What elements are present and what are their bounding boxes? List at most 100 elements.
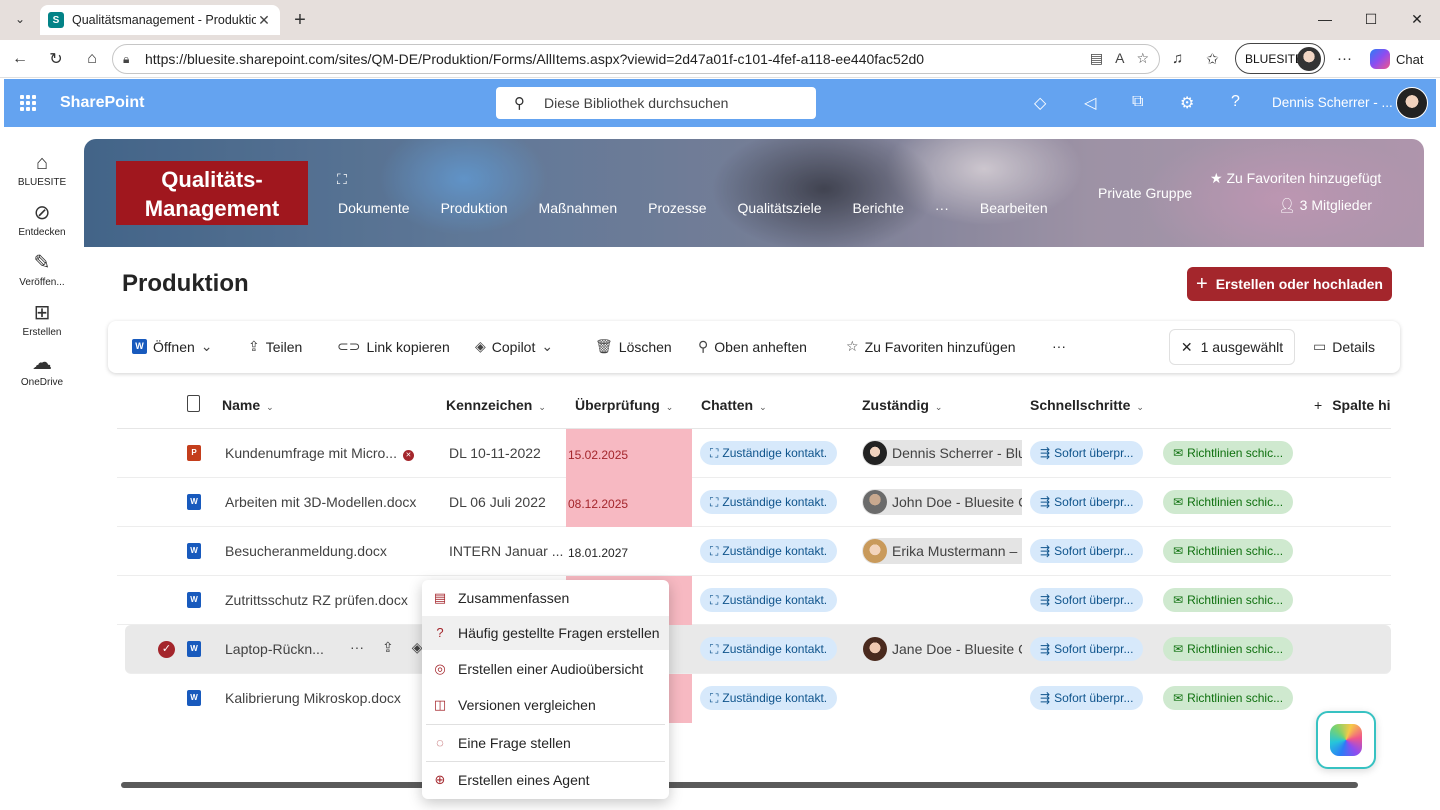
window-close-icon[interactable]: ✕ [1402, 8, 1432, 30]
connections-icon[interactable]: ⧉ [1132, 93, 1143, 111]
favorite-star-icon[interactable]: ☆ [1136, 50, 1149, 67]
row-checkmark-icon[interactable]: ✓ [158, 641, 175, 658]
browser-tab-active[interactable]: S Qualitätsmanagement - Produktion ✕ [40, 5, 280, 35]
share-icon[interactable]: ⇪ [382, 639, 394, 656]
contact-owner-button[interactable]: ⛶ Zuständige kontakt. [700, 539, 838, 563]
home-icon[interactable]: ⌂ [80, 48, 104, 70]
reader-view-icon[interactable]: ▤ [1090, 50, 1103, 67]
table-row[interactable]: P Kundenumfrage mit Micro... ✕ DL 10-11-2… [117, 429, 1391, 478]
signed-in-user-name[interactable]: Dennis Scherrer - ... [1272, 95, 1393, 110]
quickstep-review-button[interactable]: ⇶ Sofort überpr... [1030, 588, 1144, 612]
table-row[interactable]: W Kalibrierung Mikroskop.docx ⛶ Zuständig… [117, 674, 1391, 723]
copilot-outline-icon[interactable]: ◇ [1034, 93, 1046, 113]
quickstep-policy-button[interactable]: ✉ Richtlinien schic... [1163, 588, 1294, 612]
reload-icon[interactable]: ↻ [44, 48, 68, 70]
maximize-icon[interactable]: ☐ [1356, 8, 1386, 30]
table-row-selected[interactable]: ✓ W Laptop-Rückn... ··· ⇪ ◈ ⛶ Zuständige … [125, 625, 1391, 674]
copilot-button[interactable]: ◈ Copilot ⌄ [475, 338, 553, 355]
appbar-home[interactable]: ⌂ BLUESITE [4, 151, 80, 188]
quickstep-review-button[interactable]: ⇶ Sofort überpr... [1030, 490, 1144, 514]
appbar-onedrive[interactable]: ☁ OneDrive [4, 351, 80, 388]
more-menu-icon[interactable]: ··· [1337, 50, 1352, 67]
file-name[interactable]: Zutrittsschutz RZ prüfen.docx [225, 592, 408, 608]
appbar-discover[interactable]: ⊘ Entdecken [4, 201, 80, 238]
nav-dokumente[interactable]: Dokumente [338, 200, 410, 216]
user-avatar[interactable] [1396, 87, 1428, 119]
file-name[interactable]: Laptop-Rückn... [225, 641, 324, 657]
browser-profile-button[interactable]: BLUESITE [1235, 43, 1325, 74]
menu-item-compare-versions[interactable]: ◫ Versionen vergleichen [422, 688, 669, 722]
menu-item-ask-question[interactable]: ◌ Eine Frage stellen [422, 726, 669, 760]
help-icon[interactable]: ? [1231, 93, 1240, 111]
contact-owner-button[interactable]: ⛶ Zuständige kontakt. [700, 441, 838, 465]
app-launcher-icon[interactable] [20, 95, 36, 111]
nav-prozesse[interactable]: Prozesse [648, 200, 706, 216]
nav-produktion[interactable]: Produktion [441, 200, 508, 216]
minimize-icon[interactable]: — [1310, 8, 1340, 30]
share-button[interactable]: ⇪ Teilen [248, 338, 302, 355]
table-row[interactable]: W Besucheranmeldung.docx INTERN Januar .… [117, 527, 1391, 576]
copy-link-button[interactable]: ⊂⊃ Link kopieren [337, 338, 450, 355]
add-favorite-button[interactable]: ☆ Zu Favoriten hinzufügen [846, 338, 1016, 355]
owner-persona[interactable]: John Doe - Bluesite C [862, 489, 1022, 515]
create-upload-button[interactable]: + Erstellen oder hochladen [1187, 267, 1392, 301]
file-name[interactable]: Kalibrierung Mikroskop.docx [225, 690, 401, 706]
quickstep-policy-button[interactable]: ✉ Richtlinien schic... [1163, 441, 1294, 465]
column-header-chatten[interactable]: Chatten ⌄ [701, 397, 767, 413]
menu-item-audio-overview[interactable]: ◎ Erstellen einer Audioübersicht [422, 652, 669, 686]
favorited-button[interactable]: ★ Zu Favoriten hinzugefügt [1210, 170, 1381, 187]
quickstep-review-button[interactable]: ⇶ Sofort überpr... [1030, 441, 1144, 465]
owner-persona[interactable]: Jane Doe - Bluesite C [862, 636, 1022, 662]
contact-owner-button[interactable]: ⛶ Zuständige kontakt. [700, 637, 838, 661]
copilot-floating-button[interactable] [1316, 711, 1376, 769]
file-name[interactable]: Besucheranmeldung.docx [225, 543, 387, 559]
column-header-zustaendig[interactable]: Zuständig ⌄ [862, 397, 942, 413]
quickstep-review-button[interactable]: ⇶ Sofort überpr... [1030, 637, 1144, 661]
appbar-create[interactable]: ⊞ Erstellen [4, 301, 80, 338]
new-tab-icon[interactable]: + [288, 8, 312, 32]
menu-item-faq[interactable]: ? Häufig gestellte Fragen erstellen [422, 616, 669, 650]
nav-more[interactable]: ··· [935, 200, 949, 216]
table-row[interactable]: W Arbeiten mit 3D-Modellen.docx DL 06 Ju… [117, 478, 1391, 527]
tab-list-chevron-icon[interactable]: ⌄ [8, 7, 32, 31]
appbar-publish[interactable]: ✎ Veröffen... [4, 251, 80, 288]
back-arrow-icon[interactable]: ← [8, 48, 32, 70]
settings-gear-icon[interactable]: ⚙ [1180, 93, 1194, 113]
file-type-icon[interactable] [187, 395, 200, 412]
quickstep-policy-button[interactable]: ✉ Richtlinien schic... [1163, 539, 1294, 563]
read-aloud-icon[interactable]: A [1115, 50, 1124, 67]
media-icon[interactable]: ♫ [1172, 50, 1183, 67]
file-name[interactable]: Kundenumfrage mit Micro... ✕ [225, 445, 414, 461]
copilot-chat-button[interactable]: Chat [1370, 49, 1423, 69]
sharepoint-brand[interactable]: SharePoint [60, 94, 144, 112]
file-name[interactable]: Arbeiten mit 3D-Modellen.docx [225, 494, 416, 510]
url-field[interactable]: 🔒︎ https://bluesite.sharepoint.com/sites… [112, 44, 1160, 74]
quickstep-review-button[interactable]: ⇶ Sofort überpr... [1030, 539, 1144, 563]
owner-persona[interactable]: Dennis Scherrer - Blu [862, 440, 1022, 466]
nav-berichte[interactable]: Berichte [853, 200, 904, 216]
details-button[interactable]: ▭ Details [1313, 338, 1375, 355]
pin-top-button[interactable]: ⚲ Oben anheften [698, 338, 807, 355]
contact-owner-button[interactable]: ⛶ Zuständige kontakt. [700, 686, 838, 710]
contact-owner-button[interactable]: ⛶ Zuständige kontakt. [700, 490, 838, 514]
open-button[interactable]: W Öffnen ⌄ [132, 338, 213, 355]
quickstep-review-button[interactable]: ⇶ Sofort überpr... [1030, 686, 1144, 710]
column-header-ueberpruefung[interactable]: Überprüfung ⌄ [575, 397, 673, 413]
contact-owner-button[interactable]: ⛶ Zuständige kontakt. [700, 588, 838, 612]
column-header-kennzeichen[interactable]: Kennzeichen ⌄ [446, 397, 546, 413]
add-column-button[interactable]: + Spalte hi [1314, 397, 1391, 413]
members-button[interactable]: 👤︎ 3 Mitglieder [1278, 197, 1372, 214]
column-header-schnellschritte[interactable]: Schnellschritte ⌄ [1030, 397, 1144, 413]
owner-persona[interactable]: Erika Mustermann – B [862, 538, 1022, 564]
nav-bearbeiten[interactable]: Bearbeiten [980, 200, 1048, 216]
delete-button[interactable]: 🗑︎ Löschen [595, 338, 672, 355]
teams-icon[interactable]: ⛶ [337, 171, 347, 188]
more-actions-icon[interactable]: ··· [350, 639, 364, 656]
copilot-outline-icon[interactable]: ◈ [412, 639, 423, 656]
quickstep-policy-button[interactable]: ✉ Richtlinien schic... [1163, 490, 1294, 514]
table-row[interactable]: W Zutrittsschutz RZ prüfen.docx ⛶ Zuständ… [117, 576, 1391, 625]
menu-item-summarize[interactable]: ▤ Zusammenfassen [422, 581, 669, 615]
selection-count-button[interactable]: ✕ 1 ausgewählt [1169, 329, 1295, 365]
favorites-icon[interactable]: ✩ [1206, 50, 1219, 68]
horizontal-scrollbar[interactable] [121, 782, 1358, 788]
